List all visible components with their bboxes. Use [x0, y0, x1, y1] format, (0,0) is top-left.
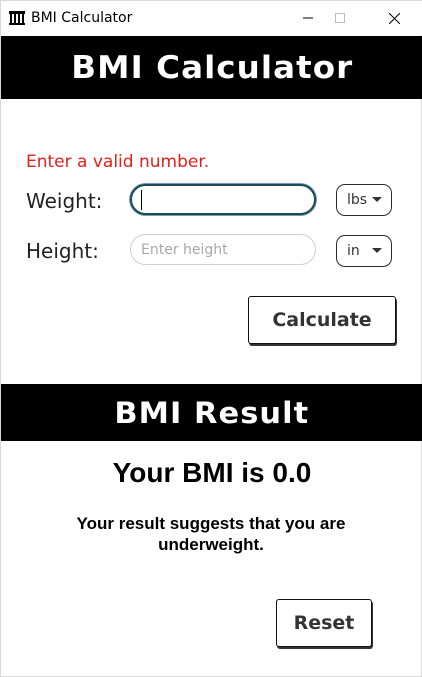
height-unit-value: in [347, 243, 360, 259]
height-unit-select[interactable]: in [336, 235, 392, 267]
reset-button[interactable]: Reset [276, 599, 372, 647]
result-banner: BMI Result [1, 384, 422, 441]
window-title: BMI Calculator [31, 10, 133, 26]
result-title: BMI Result [114, 395, 310, 430]
error-message: Enter a valid number. [26, 152, 210, 172]
page-title: BMI Calculator [71, 49, 353, 86]
minimize-icon [303, 17, 313, 19]
close-icon [388, 12, 400, 24]
height-input[interactable] [130, 234, 316, 265]
text-caret [141, 190, 142, 210]
app-window: BMI Calculator BMI Calculator Enter a va… [0, 0, 422, 677]
bmi-value-text: Your BMI is 0.0 [112, 457, 312, 488]
weight-unit-value: lbs [347, 192, 368, 208]
bmi-result-message: Your result suggests that you are underw… [76, 514, 346, 554]
weight-label: Weight: [26, 189, 103, 213]
chevron-down-icon [372, 197, 382, 202]
maximize-button[interactable] [317, 1, 363, 35]
calculate-button[interactable]: Calculate [248, 296, 396, 344]
chevron-down-icon [372, 248, 382, 253]
header-banner: BMI Calculator [1, 36, 422, 99]
height-label: Height: [26, 239, 99, 263]
title-bar: BMI Calculator [1, 1, 422, 35]
bars-icon [9, 11, 25, 25]
maximize-icon [335, 13, 345, 23]
weight-input[interactable] [130, 184, 316, 215]
weight-unit-select[interactable]: lbs [336, 184, 392, 216]
close-button[interactable] [371, 1, 417, 35]
